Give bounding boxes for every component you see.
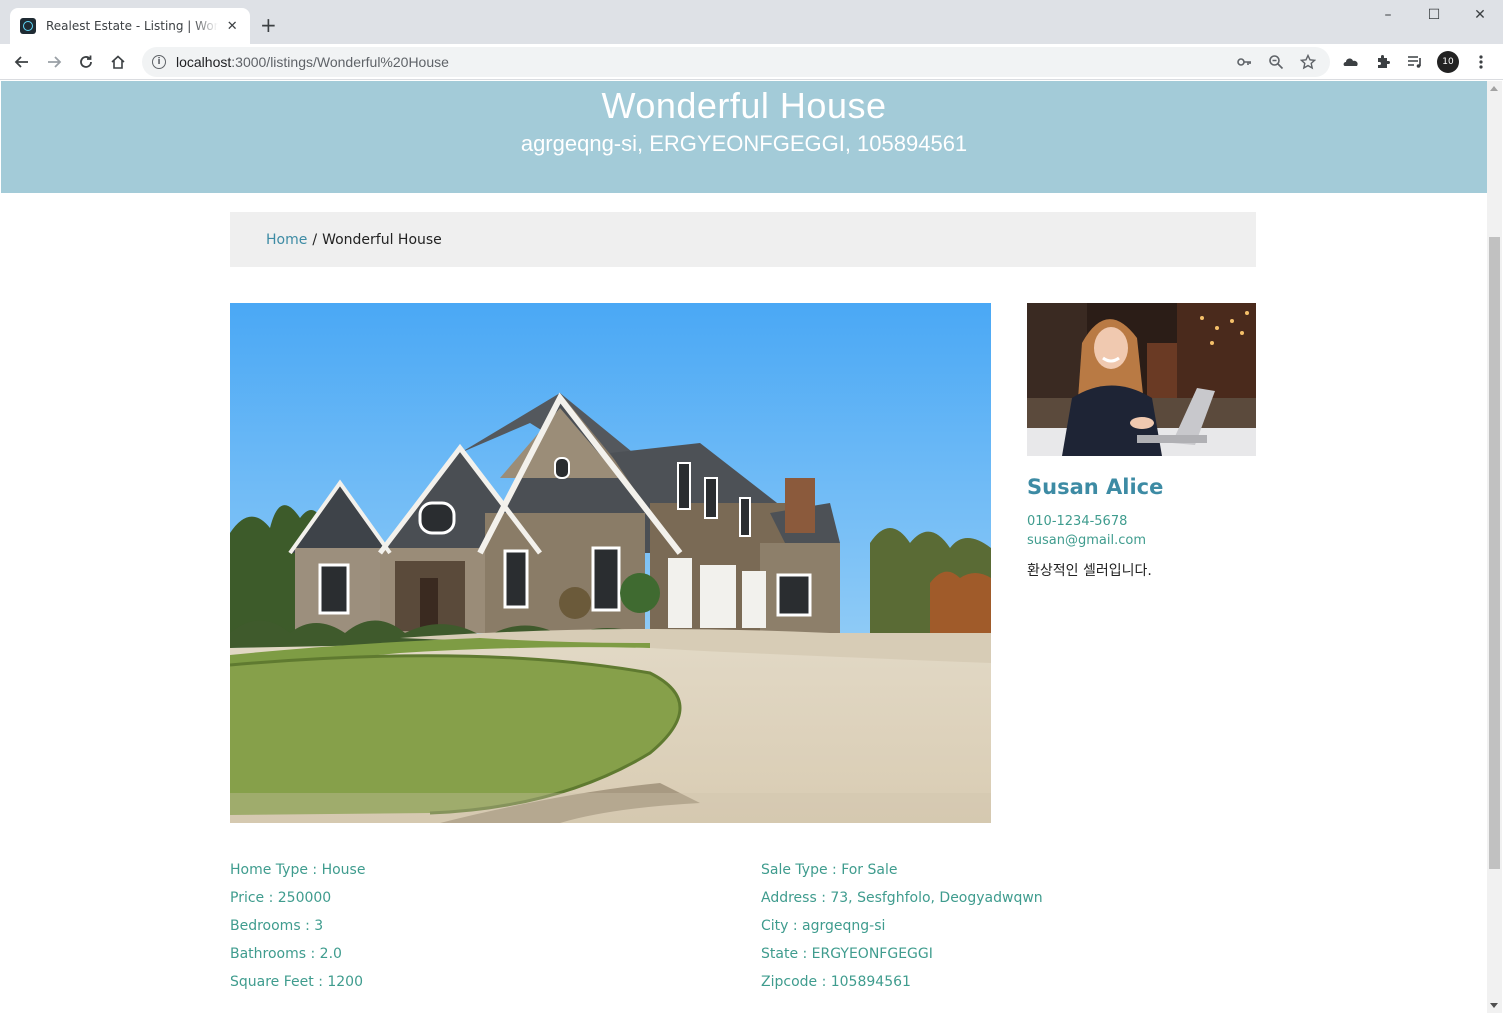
listing-location: agrgeqng-si, ERGYEONFGEGGI, 105894561	[520, 131, 968, 156]
reload-icon[interactable]	[70, 46, 102, 78]
minimize-button[interactable]: –	[1365, 0, 1411, 30]
url-text[interactable]: localhost:3000/listings/Wonderful%20Hous…	[176, 54, 449, 70]
kebab-menu-icon[interactable]	[1465, 46, 1497, 78]
scrollbar-thumb[interactable]	[1489, 237, 1500, 869]
detail-bedrooms: Bedrooms : 3	[230, 918, 324, 934]
profile-avatar-icon[interactable]: 10	[1437, 51, 1459, 73]
tab-close-icon[interactable]: ✕	[224, 19, 240, 34]
breadcrumb-home-link[interactable]: Home	[266, 232, 307, 248]
scroll-down-arrow-icon[interactable]	[1490, 1003, 1498, 1008]
detail-sale-type: Sale Type : For Sale	[761, 862, 898, 878]
listing-details-left: Home Type : House Price : 250000 Bedroom…	[230, 860, 365, 1000]
back-arrow-icon[interactable]	[6, 46, 38, 78]
extensions-puzzle-icon[interactable]	[1367, 46, 1399, 78]
extension-cloud-icon[interactable]	[1335, 46, 1367, 78]
browser-tab[interactable]: Realest Estate - Listing | Wonderful Hou…	[10, 8, 250, 44]
browser-toolbar: i localhost:3000/listings/Wonderful%20Ho…	[0, 44, 1503, 80]
forward-arrow-icon[interactable]	[38, 46, 70, 78]
breadcrumb-current: Wonderful House	[322, 231, 442, 248]
maximize-button[interactable]: ☐	[1411, 0, 1457, 30]
listing-details-right: Sale Type : For Sale Address : 73, Sesfg…	[761, 860, 1043, 1000]
key-icon[interactable]	[1228, 46, 1260, 78]
listing-title: Wonderful House	[601, 85, 887, 126]
detail-price: Price : 250000	[230, 890, 332, 906]
zoom-icon[interactable]	[1260, 46, 1292, 78]
tab-title: Realest Estate - Listing | Wonderful Hou…	[46, 19, 219, 33]
new-tab-button[interactable]: +	[260, 13, 277, 37]
detail-bathrooms: Bathrooms : 2.0	[230, 946, 342, 962]
listing-main-photo	[230, 303, 991, 823]
realtor-description: 환상적인 셀러입니다.	[1027, 563, 1152, 579]
realtor-phone: 010-1234-5678	[1027, 514, 1128, 529]
site-info-icon[interactable]: i	[152, 55, 166, 69]
close-window-button[interactable]: ✕	[1457, 0, 1503, 30]
realtor-name: Susan Alice	[1027, 475, 1164, 499]
page-scrollbar[interactable]	[1487, 81, 1502, 1013]
page-viewport: Wonderful House agrgeqng-si, ERGYEONFGEG…	[1, 81, 1487, 1013]
listing-hero-banner: Wonderful House agrgeqng-si, ERGYEONFGEG…	[1, 81, 1487, 193]
detail-address: Address : 73, Sesfghfolo, Deogyadwqwn	[761, 890, 1043, 906]
detail-home-type: Home Type : House	[230, 862, 366, 878]
realtor-email: susan@gmail.com	[1027, 533, 1146, 548]
realtor-photo	[1027, 303, 1256, 456]
window-controls: – ☐ ✕	[1365, 0, 1503, 30]
media-queue-icon[interactable]	[1399, 46, 1431, 78]
breadcrumb-separator: /	[312, 231, 318, 248]
browser-titlebar: Realest Estate - Listing | Wonderful Hou…	[0, 0, 1503, 44]
detail-city: City : agrgeqng-si	[761, 918, 886, 934]
home-icon[interactable]	[102, 46, 134, 78]
bookmark-star-icon[interactable]	[1292, 46, 1324, 78]
detail-state: State : ERGYEONFGEGGI	[761, 946, 933, 962]
react-favicon-icon	[20, 18, 36, 34]
detail-zipcode: Zipcode : 105894561	[761, 974, 911, 990]
address-bar[interactable]: i localhost:3000/listings/Wonderful%20Ho…	[142, 47, 1330, 77]
detail-square-feet: Square Feet : 1200	[230, 974, 363, 990]
breadcrumb: Home / Wonderful House	[230, 212, 1256, 267]
scroll-up-arrow-icon[interactable]	[1490, 86, 1498, 91]
